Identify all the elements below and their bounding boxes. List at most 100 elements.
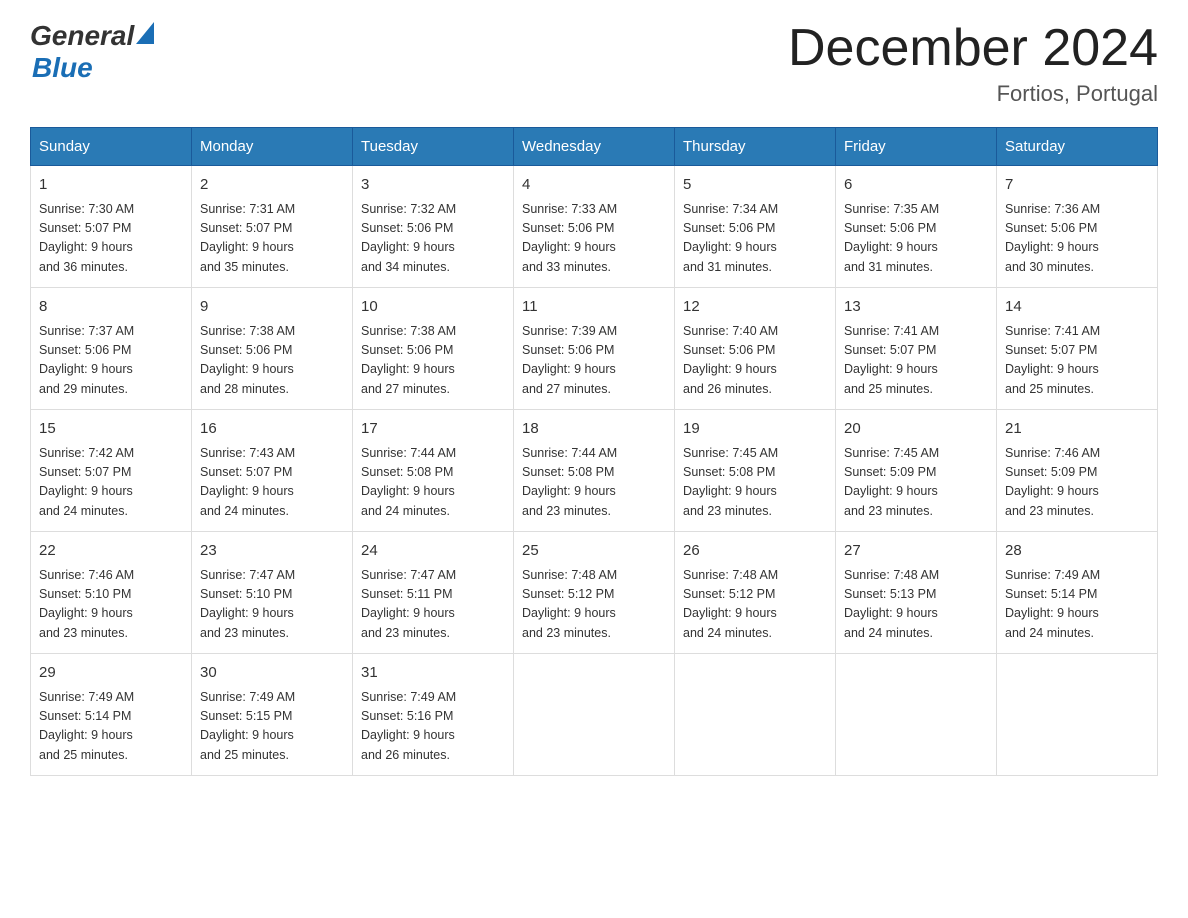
day-number: 9 — [200, 296, 344, 319]
day-number: 23 — [200, 540, 344, 563]
day-info: Sunrise: 7:35 AMSunset: 5:06 PMDaylight:… — [844, 200, 988, 278]
weekday-header-saturday: Saturday — [997, 128, 1158, 166]
day-info: Sunrise: 7:48 AMSunset: 5:12 PMDaylight:… — [683, 566, 827, 644]
calendar-week-row: 1 Sunrise: 7:30 AMSunset: 5:07 PMDaylight… — [31, 166, 1158, 288]
day-info: Sunrise: 7:37 AMSunset: 5:06 PMDaylight:… — [39, 322, 183, 400]
calendar-cell: 7 Sunrise: 7:36 AMSunset: 5:06 PMDaylight… — [997, 166, 1158, 288]
day-number: 17 — [361, 418, 505, 441]
day-info: Sunrise: 7:34 AMSunset: 5:06 PMDaylight:… — [683, 200, 827, 278]
title-area: December 2024 Fortios, Portugal — [788, 20, 1158, 107]
day-number: 6 — [844, 174, 988, 197]
day-info: Sunrise: 7:33 AMSunset: 5:06 PMDaylight:… — [522, 200, 666, 278]
day-info: Sunrise: 7:44 AMSunset: 5:08 PMDaylight:… — [361, 444, 505, 522]
day-number: 21 — [1005, 418, 1149, 441]
weekday-header-tuesday: Tuesday — [353, 128, 514, 166]
calendar-cell: 16 Sunrise: 7:43 AMSunset: 5:07 PMDayligh… — [192, 410, 353, 532]
day-info: Sunrise: 7:49 AMSunset: 5:16 PMDaylight:… — [361, 688, 505, 766]
calendar-week-row: 29 Sunrise: 7:49 AMSunset: 5:14 PMDayligh… — [31, 654, 1158, 776]
day-info: Sunrise: 7:41 AMSunset: 5:07 PMDaylight:… — [1005, 322, 1149, 400]
day-number: 18 — [522, 418, 666, 441]
day-info: Sunrise: 7:47 AMSunset: 5:10 PMDaylight:… — [200, 566, 344, 644]
calendar-cell: 5 Sunrise: 7:34 AMSunset: 5:06 PMDaylight… — [675, 166, 836, 288]
day-number: 1 — [39, 174, 183, 197]
day-number: 27 — [844, 540, 988, 563]
day-info: Sunrise: 7:41 AMSunset: 5:07 PMDaylight:… — [844, 322, 988, 400]
day-info: Sunrise: 7:36 AMSunset: 5:06 PMDaylight:… — [1005, 200, 1149, 278]
day-number: 3 — [361, 174, 505, 197]
day-info: Sunrise: 7:45 AMSunset: 5:08 PMDaylight:… — [683, 444, 827, 522]
calendar-header: SundayMondayTuesdayWednesdayThursdayFrid… — [31, 128, 1158, 166]
month-title: December 2024 — [788, 20, 1158, 77]
calendar-cell: 24 Sunrise: 7:47 AMSunset: 5:11 PMDayligh… — [353, 532, 514, 654]
day-info: Sunrise: 7:42 AMSunset: 5:07 PMDaylight:… — [39, 444, 183, 522]
day-number: 25 — [522, 540, 666, 563]
calendar-cell — [514, 654, 675, 776]
day-number: 12 — [683, 296, 827, 319]
day-info: Sunrise: 7:30 AMSunset: 5:07 PMDaylight:… — [39, 200, 183, 278]
day-info: Sunrise: 7:48 AMSunset: 5:13 PMDaylight:… — [844, 566, 988, 644]
calendar-body: 1 Sunrise: 7:30 AMSunset: 5:07 PMDaylight… — [31, 166, 1158, 776]
calendar-cell: 6 Sunrise: 7:35 AMSunset: 5:06 PMDaylight… — [836, 166, 997, 288]
day-number: 11 — [522, 296, 666, 319]
calendar-cell: 14 Sunrise: 7:41 AMSunset: 5:07 PMDayligh… — [997, 288, 1158, 410]
day-number: 24 — [361, 540, 505, 563]
day-info: Sunrise: 7:44 AMSunset: 5:08 PMDaylight:… — [522, 444, 666, 522]
calendar-cell: 19Sunrise: 7:45 AMSunset: 5:08 PMDayligh… — [675, 410, 836, 532]
calendar-cell: 20Sunrise: 7:45 AMSunset: 5:09 PMDayligh… — [836, 410, 997, 532]
day-number: 14 — [1005, 296, 1149, 319]
weekday-header-friday: Friday — [836, 128, 997, 166]
calendar-cell: 15Sunrise: 7:42 AMSunset: 5:07 PMDayligh… — [31, 410, 192, 532]
calendar-cell: 23 Sunrise: 7:47 AMSunset: 5:10 PMDayligh… — [192, 532, 353, 654]
day-info: Sunrise: 7:39 AMSunset: 5:06 PMDaylight:… — [522, 322, 666, 400]
day-number: 22 — [39, 540, 183, 563]
day-number: 28 — [1005, 540, 1149, 563]
weekday-header-sunday: Sunday — [31, 128, 192, 166]
day-number: 7 — [1005, 174, 1149, 197]
day-info: Sunrise: 7:48 AMSunset: 5:12 PMDaylight:… — [522, 566, 666, 644]
location-text: Fortios, Portugal — [788, 81, 1158, 107]
day-number: 10 — [361, 296, 505, 319]
day-number: 31 — [361, 662, 505, 685]
logo: General Blue — [30, 20, 154, 84]
day-info: Sunrise: 7:46 AMSunset: 5:09 PMDaylight:… — [1005, 444, 1149, 522]
calendar-table: SundayMondayTuesdayWednesdayThursdayFrid… — [30, 127, 1158, 776]
calendar-cell: 10 Sunrise: 7:38 AMSunset: 5:06 PMDayligh… — [353, 288, 514, 410]
day-number: 16 — [200, 418, 344, 441]
calendar-week-row: 8Sunrise: 7:37 AMSunset: 5:06 PMDaylight… — [31, 288, 1158, 410]
calendar-cell: 3 Sunrise: 7:32 AMSunset: 5:06 PMDaylight… — [353, 166, 514, 288]
day-number: 26 — [683, 540, 827, 563]
calendar-week-row: 22 Sunrise: 7:46 AMSunset: 5:10 PMDayligh… — [31, 532, 1158, 654]
calendar-cell — [675, 654, 836, 776]
day-info: Sunrise: 7:43 AMSunset: 5:07 PMDaylight:… — [200, 444, 344, 522]
calendar-cell: 8Sunrise: 7:37 AMSunset: 5:06 PMDaylight… — [31, 288, 192, 410]
calendar-week-row: 15Sunrise: 7:42 AMSunset: 5:07 PMDayligh… — [31, 410, 1158, 532]
weekday-header-wednesday: Wednesday — [514, 128, 675, 166]
day-number: 2 — [200, 174, 344, 197]
calendar-cell: 30Sunrise: 7:49 AMSunset: 5:15 PMDayligh… — [192, 654, 353, 776]
day-number: 4 — [522, 174, 666, 197]
calendar-cell: 31 Sunrise: 7:49 AMSunset: 5:16 PMDayligh… — [353, 654, 514, 776]
calendar-cell: 13 Sunrise: 7:41 AMSunset: 5:07 PMDayligh… — [836, 288, 997, 410]
day-info: Sunrise: 7:49 AMSunset: 5:14 PMDaylight:… — [39, 688, 183, 766]
day-number: 29 — [39, 662, 183, 685]
calendar-cell: 29 Sunrise: 7:49 AMSunset: 5:14 PMDayligh… — [31, 654, 192, 776]
calendar-cell: 17 Sunrise: 7:44 AMSunset: 5:08 PMDayligh… — [353, 410, 514, 532]
logo-triangle-icon — [136, 22, 154, 44]
calendar-cell: 18 Sunrise: 7:44 AMSunset: 5:08 PMDayligh… — [514, 410, 675, 532]
day-number: 13 — [844, 296, 988, 319]
page-header: General Blue December 2024 Fortios, Port… — [30, 20, 1158, 107]
calendar-cell: 21 Sunrise: 7:46 AMSunset: 5:09 PMDayligh… — [997, 410, 1158, 532]
logo-blue-text: Blue — [32, 52, 93, 83]
day-number: 5 — [683, 174, 827, 197]
day-info: Sunrise: 7:47 AMSunset: 5:11 PMDaylight:… — [361, 566, 505, 644]
day-info: Sunrise: 7:46 AMSunset: 5:10 PMDaylight:… — [39, 566, 183, 644]
calendar-cell: 11 Sunrise: 7:39 AMSunset: 5:06 PMDayligh… — [514, 288, 675, 410]
logo-general-text: General — [30, 20, 134, 52]
day-info: Sunrise: 7:49 AMSunset: 5:14 PMDaylight:… — [1005, 566, 1149, 644]
calendar-cell: 27 Sunrise: 7:48 AMSunset: 5:13 PMDayligh… — [836, 532, 997, 654]
calendar-cell: 12Sunrise: 7:40 AMSunset: 5:06 PMDayligh… — [675, 288, 836, 410]
calendar-cell: 9Sunrise: 7:38 AMSunset: 5:06 PMDaylight… — [192, 288, 353, 410]
day-info: Sunrise: 7:38 AMSunset: 5:06 PMDaylight:… — [361, 322, 505, 400]
day-info: Sunrise: 7:32 AMSunset: 5:06 PMDaylight:… — [361, 200, 505, 278]
calendar-cell — [836, 654, 997, 776]
